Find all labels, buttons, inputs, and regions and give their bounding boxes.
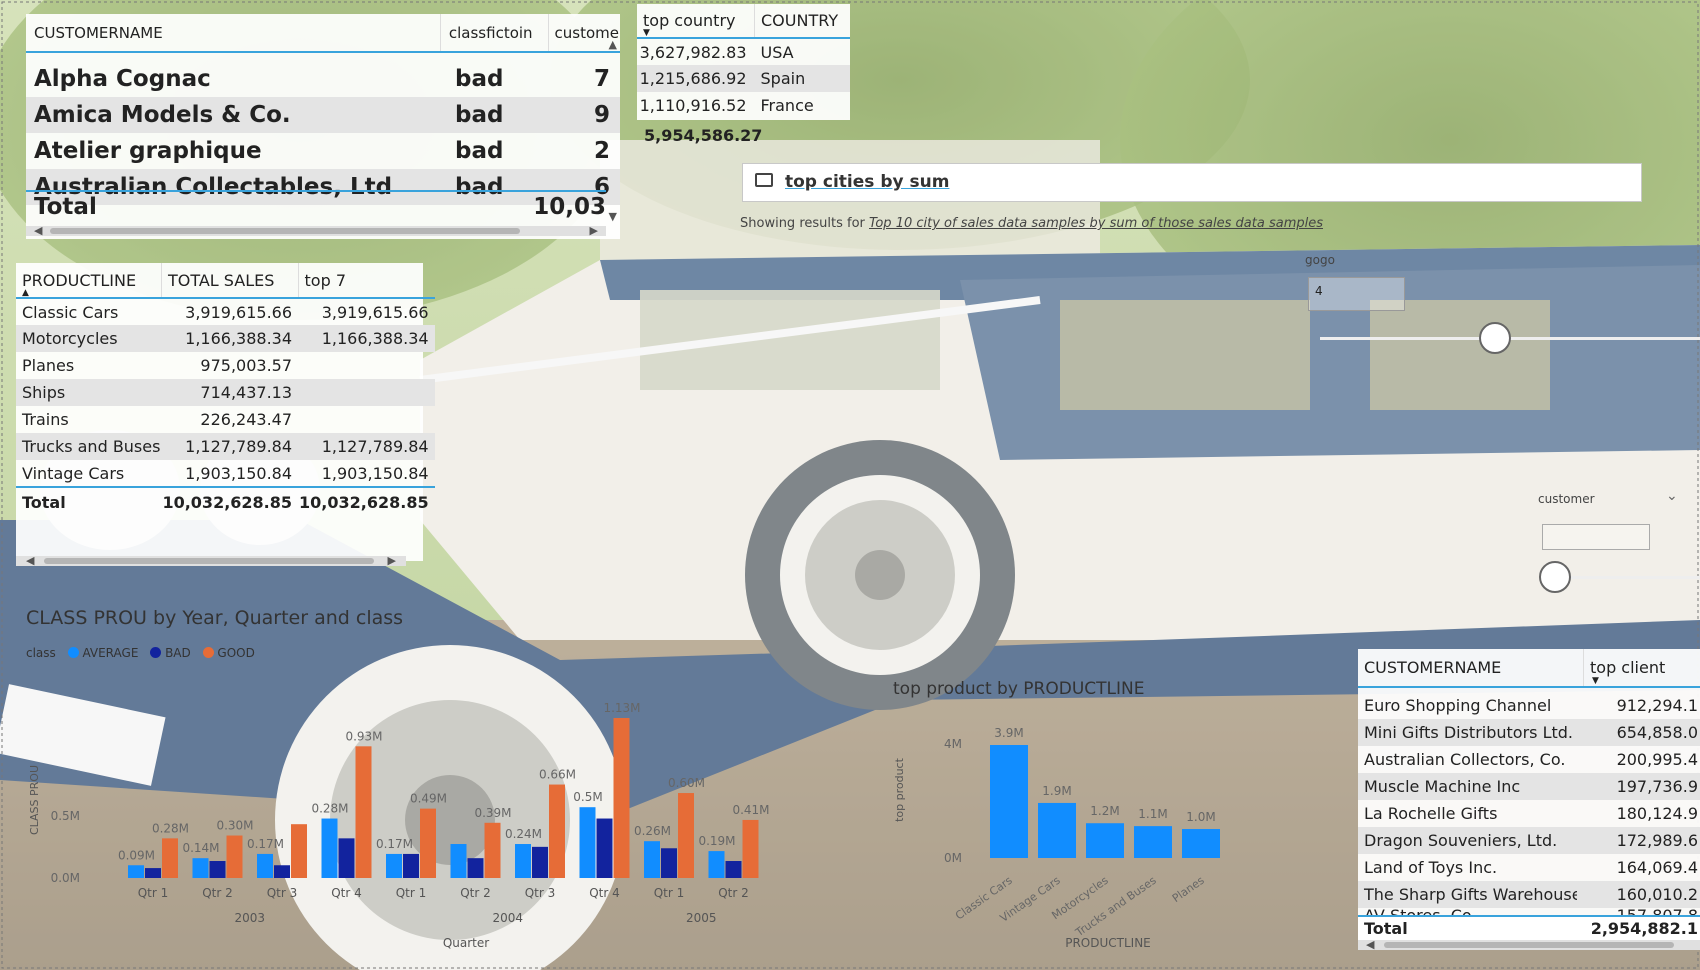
client-table-horizontal-scrollbar[interactable]: ◀ — [1358, 938, 1700, 951]
table-row[interactable]: The Sharp Gifts Warehouse 160,010.2 — [1358, 881, 1700, 908]
sort-descending-icon: ▼ — [1592, 676, 1599, 686]
table-row[interactable]: Australian Collectors, Co. 200,995.4 — [1358, 746, 1700, 773]
table-row[interactable]: Muscle Machine Inc 197,736.9 — [1358, 773, 1700, 800]
bar-productline — [1182, 829, 1220, 858]
client-value-cell: 912,294.1 — [1616, 696, 1698, 715]
data-label: 1.9M — [1042, 784, 1071, 798]
client-name-cell: Australian Collectors, Co. — [1364, 750, 1566, 769]
table-row[interactable]: La Rochelle Gifts 180,124.9 — [1358, 800, 1700, 827]
client-name-cell: Euro Shopping Channel — [1364, 696, 1552, 715]
client-table-total-row: Total 2,954,882.1 — [1358, 915, 1700, 941]
client-value-cell: 164,069.4 — [1616, 858, 1698, 877]
total-label: Total — [1364, 919, 1408, 938]
client-value-cell: 197,736.9 — [1616, 777, 1698, 796]
column-header-top-client[interactable]: top client ▼ — [1583, 649, 1700, 688]
table-row[interactable]: Land of Toys Inc. 164,069.4 — [1358, 854, 1700, 881]
top-client-table: CUSTOMERNAME top client ▼ Euro Shopping … — [1358, 649, 1700, 949]
client-name-cell: The Sharp Gifts Warehouse — [1364, 885, 1577, 904]
x-tick-label: Trucks and Buses — [1072, 874, 1158, 940]
client-value-cell: 180,124.9 — [1616, 804, 1698, 823]
data-label: 3.9M — [994, 726, 1023, 740]
client-name-cell: Dragon Souveniers, Ltd. — [1364, 831, 1558, 850]
client-value-cell: 160,010.2 — [1616, 885, 1698, 904]
data-label: 1.2M — [1090, 804, 1119, 818]
client-name-cell: Land of Toys Inc. — [1364, 858, 1498, 877]
bar-productline — [990, 745, 1028, 858]
y-tick-label: 4M — [944, 737, 962, 751]
y-axis-title: top product — [893, 757, 906, 822]
bar-productline — [1086, 823, 1124, 858]
column-header-customername[interactable]: CUSTOMERNAME — [1358, 649, 1584, 688]
y-tick-label: 0M — [944, 851, 962, 865]
data-label: 1.0M — [1186, 810, 1215, 824]
bar-productline — [1134, 826, 1172, 858]
client-name-cell: Mini Gifts Distributors Ltd. — [1364, 723, 1573, 742]
client-value-cell: 654,858.0 — [1616, 723, 1698, 742]
data-label: 1.1M — [1138, 807, 1167, 821]
scroll-left-arrow-icon[interactable]: ◀ — [1366, 938, 1374, 951]
x-axis-title: PRODUCTLINE — [1065, 936, 1151, 950]
x-tick-label: Planes — [1170, 874, 1207, 905]
client-value-cell: 172,989.6 — [1616, 831, 1698, 850]
table-row[interactable]: Euro Shopping Channel 912,294.1 — [1358, 692, 1700, 719]
client-name-cell: Muscle Machine Inc — [1364, 777, 1521, 796]
total-value: 2,954,882.1 — [1590, 919, 1698, 938]
table-row[interactable]: Dragon Souveniers, Ltd. 172,989.6 — [1358, 827, 1700, 854]
bar-productline — [1038, 802, 1076, 858]
table-row[interactable]: Mini Gifts Distributors Ltd. 654,858.0 — [1358, 719, 1700, 746]
client-value-cell: 200,995.4 — [1616, 750, 1698, 769]
client-name-cell: La Rochelle Gifts — [1364, 804, 1498, 823]
scrollbar-thumb[interactable] — [1384, 942, 1674, 948]
